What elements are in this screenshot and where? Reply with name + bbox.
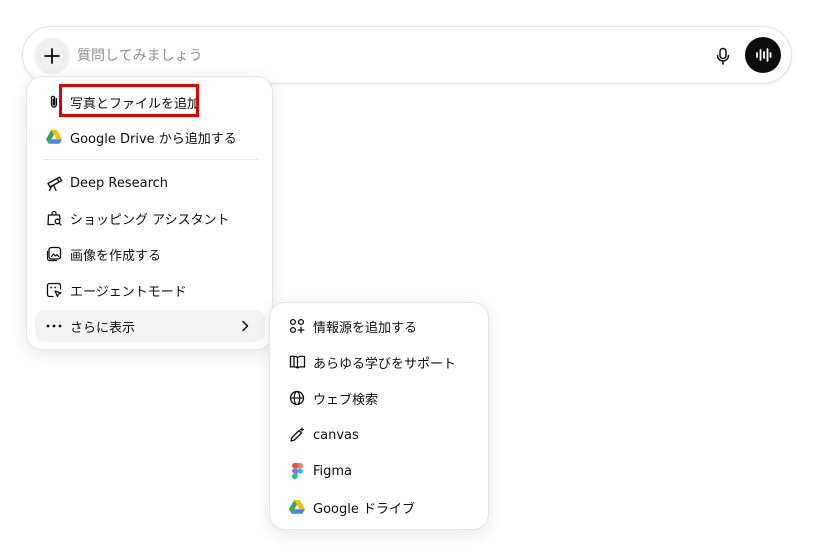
chevron-right-icon — [237, 318, 253, 334]
attach-menu: 写真とファイルを追加 Google Drive から追加する Deep Rese… — [26, 76, 273, 350]
book-icon — [288, 353, 306, 371]
image-create-icon — [45, 245, 63, 263]
shopping-bag-search-icon — [45, 209, 63, 227]
submenu-item-canvas[interactable]: canvas — [278, 419, 482, 451]
submenu-item-add-sources[interactable]: 情報源を追加する — [278, 310, 482, 342]
voice-mode-button[interactable] — [745, 37, 781, 73]
submenu-item-study-support[interactable]: あらゆる学びをサポート — [278, 346, 482, 378]
add-attachment-button[interactable] — [34, 38, 70, 74]
menu-item-label: エージェントモード — [70, 284, 187, 300]
agent-cursor-icon — [45, 281, 63, 299]
menu-item-deep-research[interactable]: Deep Research — [35, 167, 265, 199]
submenu-item-label: 情報源を追加する — [313, 320, 418, 336]
plus-icon — [44, 48, 60, 64]
menu-item-create-image[interactable]: 画像を作成する — [35, 238, 265, 270]
google-drive-icon — [45, 128, 63, 146]
microphone-icon — [716, 47, 730, 65]
highlight-annotation — [59, 84, 199, 117]
menu-item-label: 画像を作成する — [70, 248, 162, 264]
submenu-item-web-search[interactable]: ウェブ検索 — [278, 382, 482, 414]
connectors-icon — [288, 317, 306, 335]
menu-item-label: Deep Research — [70, 175, 169, 191]
menu-divider — [43, 159, 258, 160]
menu-item-more[interactable]: さらに表示 — [35, 310, 265, 342]
menu-item-label: Google Drive から追加する — [70, 131, 237, 147]
voice-waveform-icon — [756, 48, 772, 62]
google-drive-icon — [288, 498, 306, 516]
submenu-item-label: canvas — [313, 427, 359, 443]
globe-icon — [288, 389, 306, 407]
more-submenu: 情報源を追加する あらゆる学びをサポート ウェブ検索 canvas Figma … — [269, 302, 489, 530]
dictate-button[interactable] — [709, 42, 737, 70]
pen-sparkle-icon — [288, 426, 306, 444]
submenu-item-google-drive[interactable]: Google ドライブ — [278, 491, 482, 523]
telescope-icon — [45, 174, 63, 192]
menu-item-google-drive[interactable]: Google Drive から追加する — [35, 121, 265, 153]
more-dots-icon — [45, 317, 63, 335]
submenu-item-label: Google ドライブ — [313, 501, 415, 517]
submenu-item-label: Figma — [313, 463, 353, 479]
submenu-item-figma[interactable]: Figma — [278, 455, 482, 487]
menu-item-agent-mode[interactable]: エージェントモード — [35, 274, 265, 306]
chat-screen: 写真とファイルを追加 Google Drive から追加する Deep Rese… — [0, 0, 814, 557]
menu-item-label: さらに表示 — [70, 320, 136, 336]
submenu-item-label: あらゆる学びをサポート — [313, 356, 457, 372]
figma-icon — [288, 462, 306, 480]
menu-item-label: ショッピング アシスタント — [70, 212, 230, 228]
menu-item-shopping-assistant[interactable]: ショッピング アシスタント — [35, 202, 265, 234]
prompt-input[interactable] — [77, 42, 637, 70]
submenu-item-label: ウェブ検索 — [313, 392, 379, 408]
